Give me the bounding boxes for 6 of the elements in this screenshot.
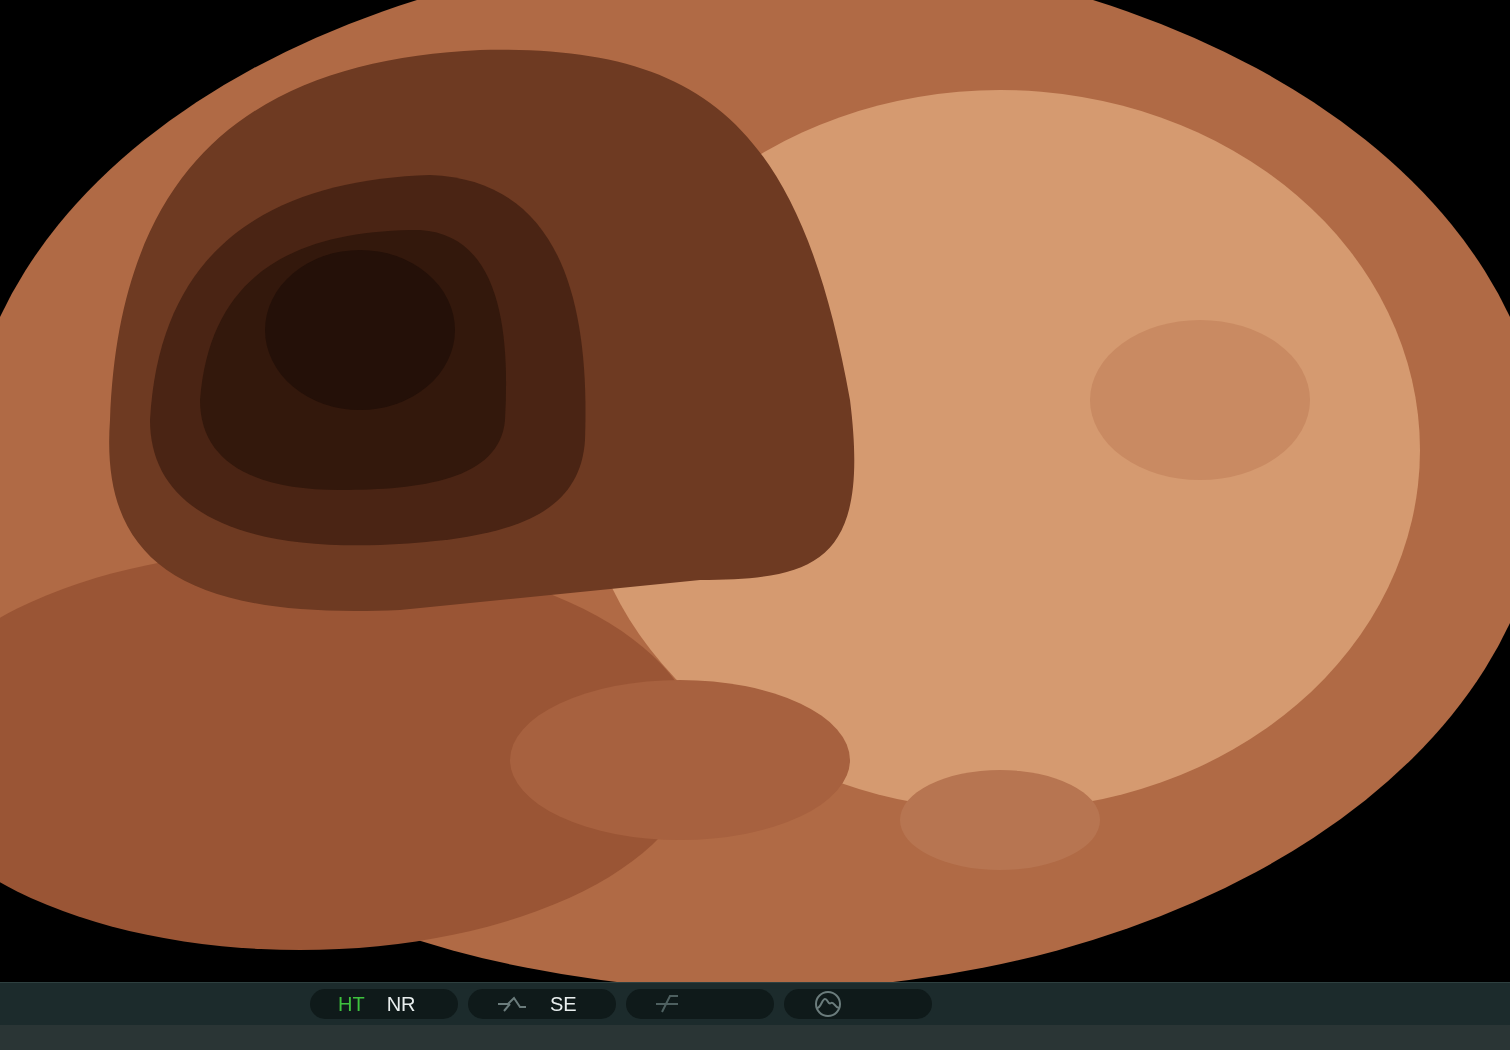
mode-label: HT xyxy=(338,992,365,1017)
curve-icon xyxy=(496,995,528,1013)
slash-icon xyxy=(654,994,680,1014)
wave-icon xyxy=(812,991,844,1017)
mode-label: SE xyxy=(550,992,577,1017)
mode-label: NR xyxy=(386,992,416,1017)
